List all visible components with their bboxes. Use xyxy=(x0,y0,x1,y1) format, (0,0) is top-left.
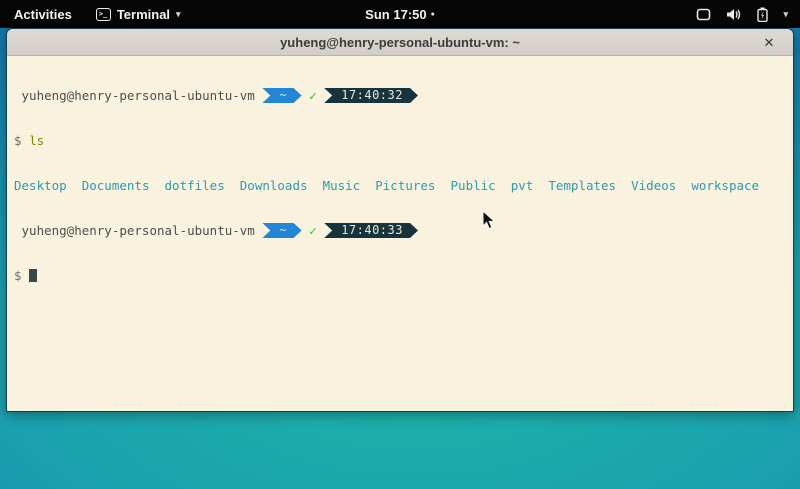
top-bar-left: Activities >_ Terminal ▾ xyxy=(0,0,191,28)
directory-name: pvt xyxy=(511,178,534,193)
directory-name: workspace xyxy=(691,178,759,193)
directory-name: Music xyxy=(323,178,361,193)
window-title: yuheng@henry-personal-ubuntu-vm: ~ xyxy=(280,35,520,50)
terminal-content[interactable]: yuheng@henry-personal-ubuntu-vm ~ ✓ 17:4… xyxy=(7,56,793,411)
app-menu-label: Terminal xyxy=(117,7,170,22)
display-icon xyxy=(696,8,711,21)
chevron-down-icon: ▾ xyxy=(176,9,181,20)
ls-output-line: Desktop Documents dotfiles Downloads Music Pi… xyxy=(14,178,793,193)
directory-name: Downloads xyxy=(240,178,308,193)
directory-name: Desktop xyxy=(14,178,67,193)
directory-name: Templates xyxy=(548,178,616,193)
directory-name: Public xyxy=(451,178,496,193)
command-line-1: $ ls xyxy=(14,133,793,148)
typed-command: ls xyxy=(29,133,44,148)
command-line-2: $ xyxy=(14,268,793,283)
terminal-window: yuheng@henry-personal-ubuntu-vm: ~ ✕ yuh… xyxy=(6,28,794,412)
status-check-icon: ✓ xyxy=(309,223,317,238)
prompt-path-segment: ~ xyxy=(262,88,301,103)
terminal-icon: >_ xyxy=(96,8,111,21)
clock-button[interactable]: Sun 17:50 ● xyxy=(365,7,435,22)
volume-icon xyxy=(726,8,742,21)
battery-charging-icon xyxy=(757,7,768,22)
prompt-dollar: $ xyxy=(14,268,22,283)
terminal-cursor xyxy=(29,269,37,282)
prompt-dollar: $ xyxy=(14,133,22,148)
directory-name: Pictures xyxy=(375,178,435,193)
system-tray[interactable]: ▾ xyxy=(684,0,800,28)
system-menu-chevron-icon: ▾ xyxy=(783,9,788,20)
clock-label: Sun 17:50 xyxy=(365,7,426,22)
prompt-user-host: yuheng@henry-personal-ubuntu-vm xyxy=(14,88,262,103)
window-titlebar[interactable]: yuheng@henry-personal-ubuntu-vm: ~ ✕ xyxy=(7,29,793,56)
prompt-time-segment: 17:40:33 xyxy=(324,223,418,238)
prompt-line-2: yuheng@henry-personal-ubuntu-vm ~ ✓ 17:4… xyxy=(14,223,793,238)
directory-name: Videos xyxy=(631,178,676,193)
close-button[interactable]: ✕ xyxy=(759,29,779,56)
prompt-path-segment: ~ xyxy=(262,223,301,238)
prompt-line-1: yuheng@henry-personal-ubuntu-vm ~ ✓ 17:4… xyxy=(14,88,793,103)
activities-button[interactable]: Activities xyxy=(0,0,86,28)
directory-name: dotfiles xyxy=(165,178,225,193)
gnome-top-bar: Activities >_ Terminal ▾ Sun 17:50 ● xyxy=(0,0,800,28)
status-check-icon: ✓ xyxy=(309,88,317,103)
prompt-time-segment: 17:40:32 xyxy=(324,88,418,103)
notification-dot-icon: ● xyxy=(431,11,435,18)
prompt-user-host: yuheng@henry-personal-ubuntu-vm xyxy=(14,223,262,238)
app-menu-terminal[interactable]: >_ Terminal ▾ xyxy=(86,0,191,28)
directory-name: Documents xyxy=(82,178,150,193)
